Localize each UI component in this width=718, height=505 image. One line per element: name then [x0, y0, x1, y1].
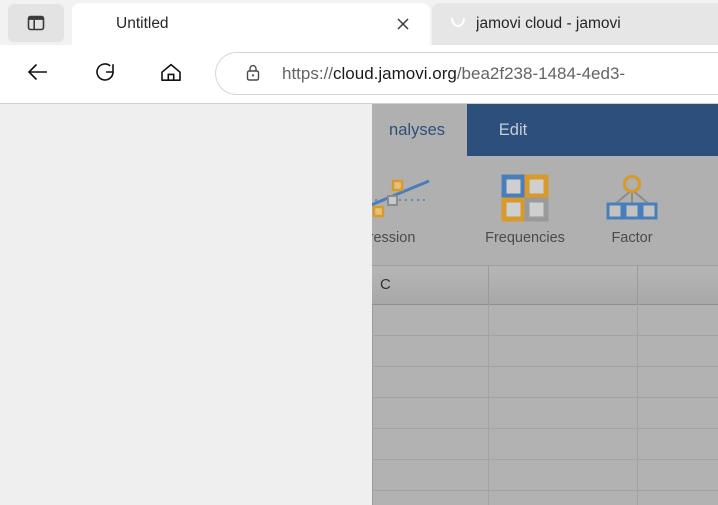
spreadsheet-body	[372, 304, 718, 505]
ribbon-item-label: gression	[372, 230, 416, 246]
tab-list-button[interactable]	[8, 4, 64, 42]
back-button[interactable]	[19, 55, 57, 93]
close-icon[interactable]	[392, 13, 414, 35]
jamovi-ribbon-body: gression Frequencies	[372, 156, 718, 266]
tab-analyses[interactable]: nalyses	[372, 104, 467, 156]
ribbon-item-factor[interactable]: Factor	[584, 156, 680, 265]
url-path: /bea2f238-1484-4ed3-	[456, 64, 626, 83]
page-content: nalyses Edit ession Frequencies Factor C	[0, 104, 718, 505]
browser-tab-title: Untitled	[116, 15, 169, 32]
regression-scatter-icon	[372, 170, 466, 226]
cell[interactable]	[489, 335, 638, 366]
tab-edit[interactable]: Edit	[467, 104, 559, 156]
table-row[interactable]	[372, 459, 718, 491]
cell[interactable]	[372, 335, 489, 366]
jamovi-favicon	[86, 14, 106, 34]
browser-toolbar: https://cloud.jamovi.org/bea2f238-1484-4…	[0, 45, 718, 104]
cell[interactable]	[638, 397, 718, 428]
column-header-3[interactable]	[638, 266, 718, 304]
cell[interactable]	[638, 304, 718, 335]
cell[interactable]	[372, 459, 489, 490]
address-bar[interactable]: https://cloud.jamovi.org/bea2f238-1484-4…	[216, 53, 718, 94]
cell[interactable]	[489, 428, 638, 459]
tab-list-icon	[26, 13, 46, 33]
cell[interactable]	[372, 397, 489, 428]
table-row[interactable]	[372, 335, 718, 367]
jamovi-ribbon-tabbar: nalyses Edit	[372, 104, 718, 156]
column-header-c[interactable]: C	[372, 266, 489, 304]
frequencies-squares-icon	[466, 170, 584, 226]
cell[interactable]	[489, 366, 638, 397]
address-bar-url: https://cloud.jamovi.org/bea2f238-1484-4…	[282, 53, 625, 94]
lock-icon	[244, 63, 264, 85]
home-icon	[158, 59, 184, 90]
cell[interactable]	[638, 428, 718, 459]
browser-tab-strip: Untitled jamovi cloud - jamovi	[0, 0, 718, 45]
cell[interactable]	[372, 304, 489, 335]
spreadsheet-header-row: C	[372, 266, 718, 305]
browser-tab-title: jamovi cloud - jamovi	[476, 15, 621, 32]
jamovi-favicon	[446, 14, 466, 34]
url-scheme: https://	[282, 64, 334, 83]
browser-tab-inactive[interactable]: jamovi cloud - jamovi	[432, 3, 718, 45]
cell[interactable]	[372, 490, 489, 505]
cell[interactable]	[489, 490, 638, 505]
reload-button[interactable]	[86, 55, 124, 93]
ribbon-item-regression[interactable]: gression	[372, 156, 466, 265]
browser-tab-active[interactable]: Untitled	[72, 3, 430, 45]
url-domain: cloud.jamovi.org	[333, 64, 457, 83]
browser-window: Untitled jamovi cloud - jamovi https://c…	[0, 0, 718, 505]
spreadsheet[interactable]: C	[372, 266, 718, 505]
cell[interactable]	[372, 428, 489, 459]
ribbon-item-label: Frequencies	[485, 230, 565, 246]
cell[interactable]	[372, 366, 489, 397]
jamovi-app: nalyses Edit ession Frequencies Factor C	[372, 104, 718, 505]
cell[interactable]	[489, 304, 638, 335]
back-arrow-icon	[26, 60, 50, 89]
cell[interactable]	[638, 459, 718, 490]
cell[interactable]	[638, 335, 718, 366]
table-row[interactable]	[372, 366, 718, 398]
cell[interactable]	[638, 366, 718, 397]
reload-icon	[93, 60, 117, 89]
ribbon-item-label: Factor	[611, 230, 653, 246]
cell[interactable]	[489, 459, 638, 490]
column-header-2[interactable]	[489, 266, 638, 304]
ribbon-item-frequencies[interactable]: Frequencies	[466, 156, 584, 265]
cell[interactable]	[638, 490, 718, 505]
factor-tree-icon	[584, 170, 680, 226]
table-row[interactable]	[372, 397, 718, 429]
table-row[interactable]	[372, 304, 718, 336]
cell[interactable]	[489, 397, 638, 428]
home-button[interactable]	[152, 55, 190, 93]
table-row[interactable]	[372, 428, 718, 460]
table-row[interactable]	[372, 490, 718, 505]
